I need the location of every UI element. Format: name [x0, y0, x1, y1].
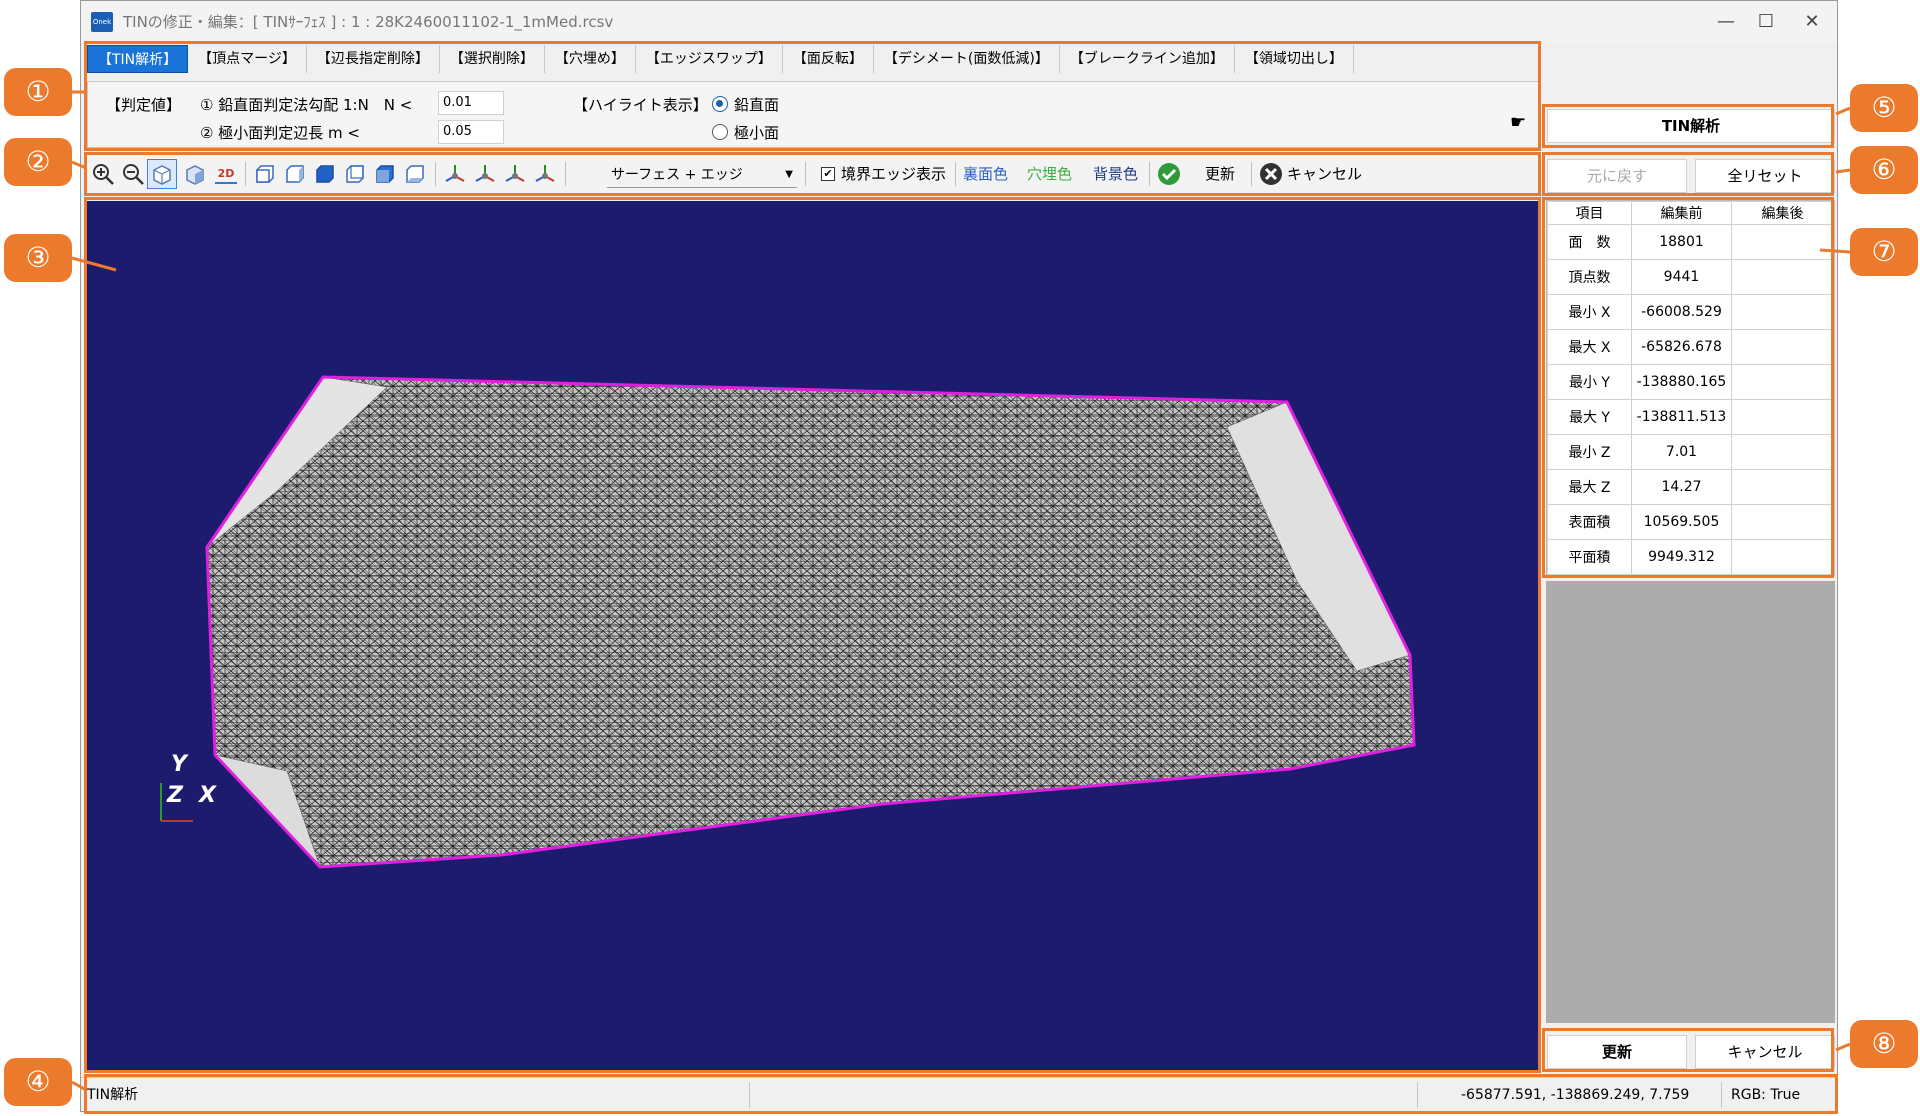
callout-7: ⑦ — [1850, 228, 1918, 276]
callout-leaders — [71, 90, 1851, 1092]
callout-2: ② — [4, 138, 72, 186]
callout-6: ⑥ — [1850, 146, 1918, 194]
callout-4: ④ — [4, 1058, 72, 1106]
callout-8: ⑧ — [1850, 1020, 1918, 1068]
callout-1: ① — [4, 68, 72, 116]
callout-3: ③ — [4, 234, 72, 282]
callout-5: ⑤ — [1850, 84, 1918, 132]
